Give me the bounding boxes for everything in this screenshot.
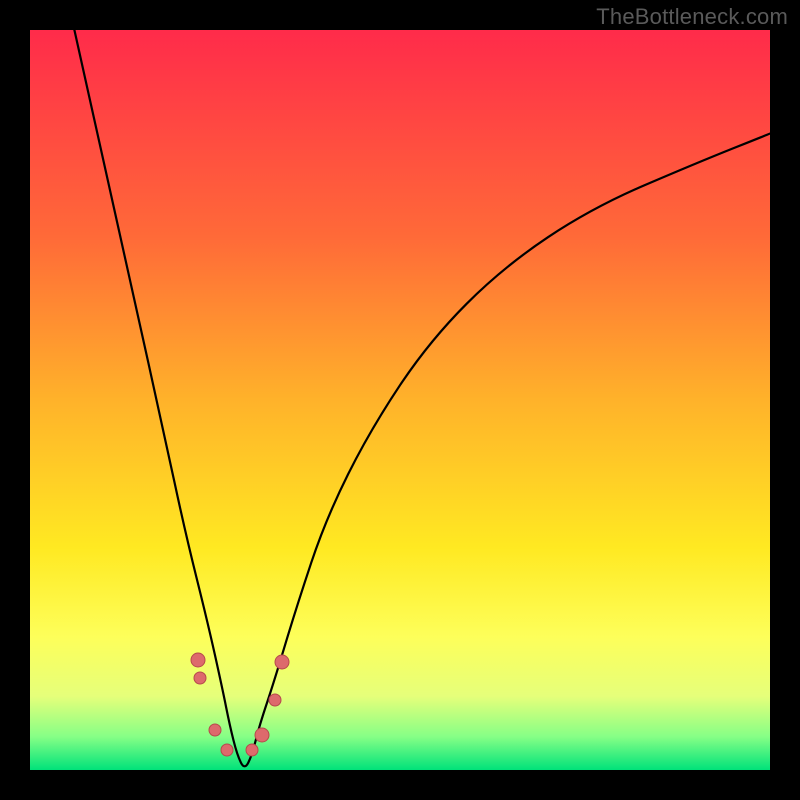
- marker-dot: [191, 653, 205, 667]
- watermark-label: TheBottleneck.com: [596, 4, 788, 30]
- chart-frame: TheBottleneck.com: [0, 0, 800, 800]
- curve-layer: [30, 30, 770, 770]
- marker-dot: [269, 694, 281, 706]
- marker-dot: [246, 744, 258, 756]
- marker-dot: [194, 672, 206, 684]
- marker-dot: [221, 744, 233, 756]
- plot-area: [30, 30, 770, 770]
- optimal-markers: [191, 653, 289, 756]
- marker-dot: [275, 655, 289, 669]
- marker-dot: [209, 724, 221, 736]
- marker-dot: [255, 728, 269, 742]
- bottleneck-curve: [74, 30, 770, 766]
